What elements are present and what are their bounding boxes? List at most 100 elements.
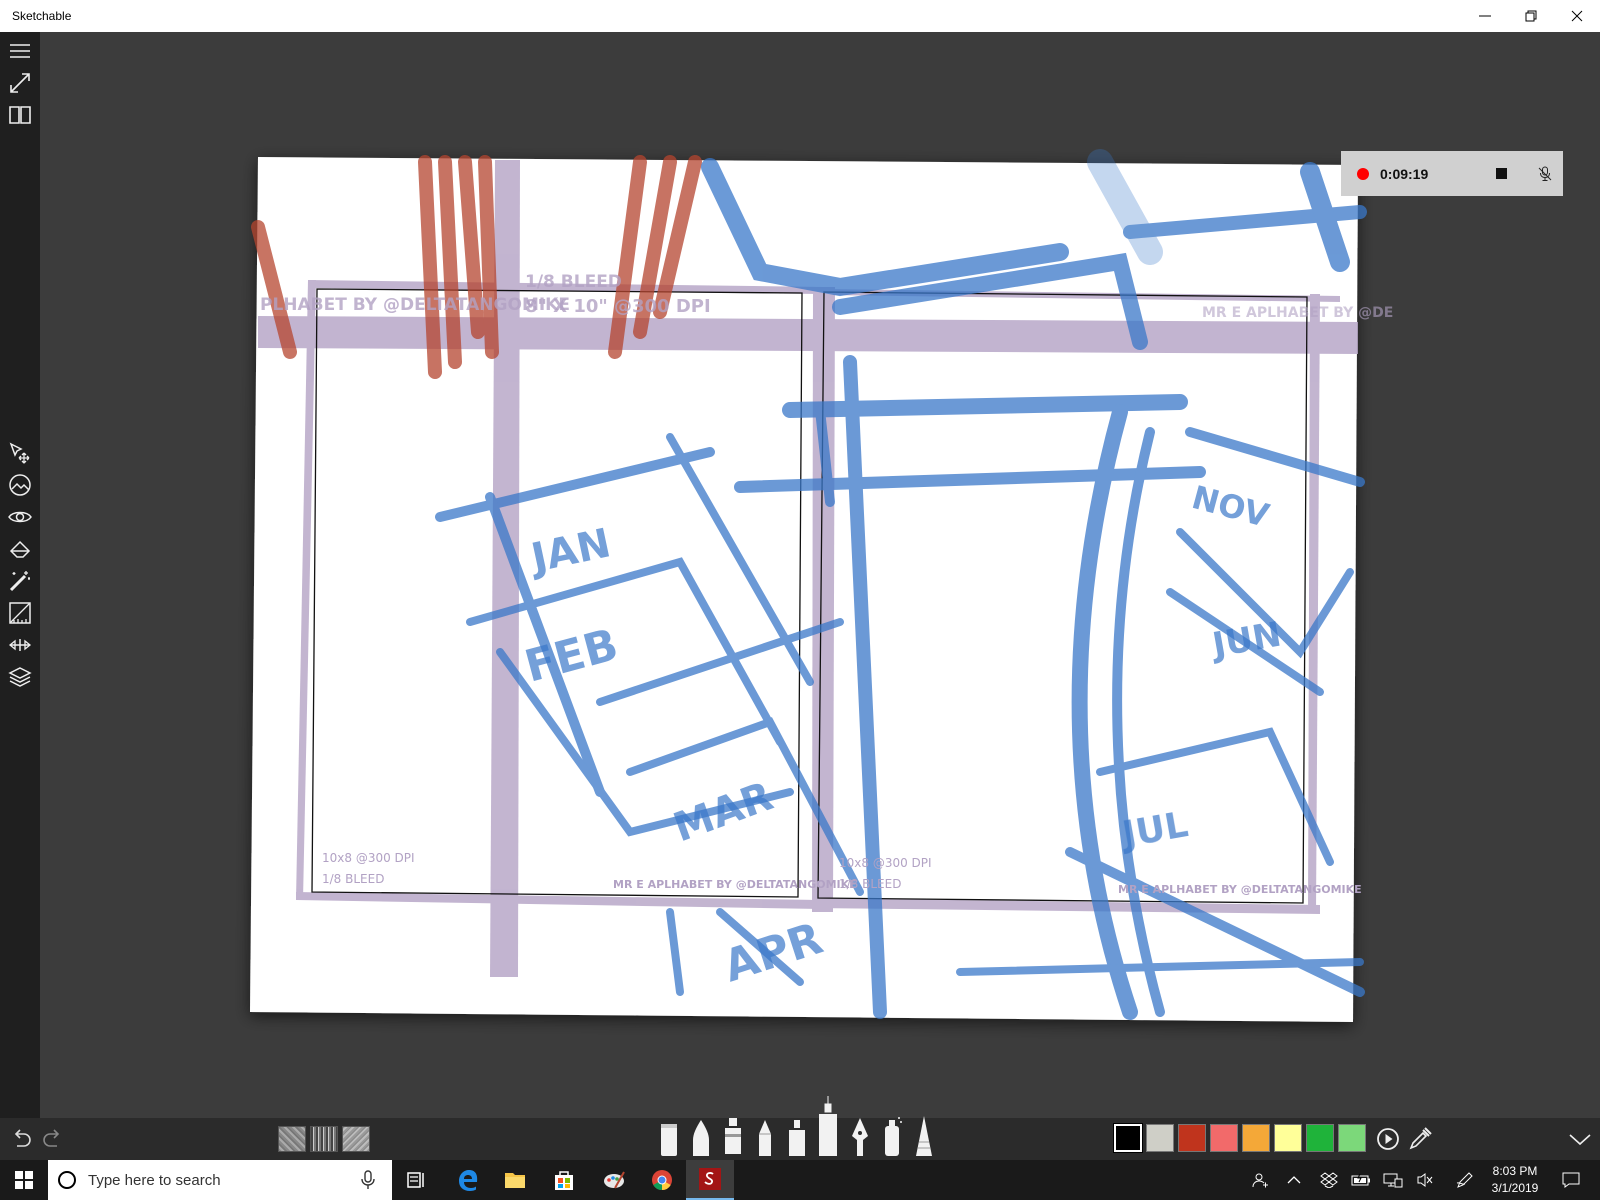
symmetry-icon [8,639,32,651]
visibility-tool[interactable] [4,502,36,532]
top-credit-left: PLHABET BY @DELTATANGOMIKE [260,295,570,315]
airbrush-icon [819,1096,837,1156]
panel-right-credit: MR E APLHABET BY @DELTATANGOMIKE [1118,883,1362,896]
panel-left-credit: MR E APLHABET BY @DELTATANGOMIKE [613,878,857,891]
play-icon [1377,1128,1399,1150]
color-swatch-6[interactable] [1274,1124,1302,1152]
restore-button[interactable] [1508,0,1554,32]
clock-time: 8:03 PM [1492,1164,1538,1178]
redo-icon [43,1129,60,1147]
store-icon [555,1171,573,1190]
color-swatch-5[interactable] [1242,1124,1270,1152]
paint-icon [604,1171,625,1189]
ruler-icon [9,602,31,624]
search-input[interactable] [88,1171,356,1189]
windows-icon [15,1171,33,1189]
brush-crayon[interactable] [911,1116,937,1156]
people-icon [1252,1173,1268,1188]
taskbar-search[interactable] [48,1160,392,1200]
tray-volume[interactable] [1414,1160,1436,1200]
collapse-toolbar-button[interactable] [1566,1122,1594,1156]
stop-recording-button[interactable] [1496,168,1507,179]
chevron-down-icon [1569,1134,1591,1146]
restore-icon [1525,10,1537,22]
tray-dropbox[interactable] [1318,1160,1340,1200]
brush-spray-can[interactable] [879,1114,905,1156]
highlighter-icon [789,1120,805,1156]
taskbar-app-chrome[interactable] [638,1160,686,1200]
tray-network[interactable] [1382,1160,1404,1200]
panel-left-size: 10x8 @300 DPI [322,851,415,865]
battery-icon [1351,1173,1370,1186]
texture-grain[interactable] [342,1126,370,1152]
color-swatch-8[interactable] [1338,1124,1366,1152]
symmetry-tool[interactable] [4,630,36,660]
tray-show-hidden[interactable] [1284,1160,1304,1200]
dropbox-icon [1320,1172,1338,1188]
mic-muted-icon[interactable] [1537,166,1553,182]
color-adjust-tool[interactable] [4,470,36,500]
menu-button[interactable] [4,36,36,66]
journal-button[interactable] [4,100,36,130]
layers-tool[interactable] [4,662,36,692]
start-button[interactable] [0,1160,48,1200]
tray-battery[interactable] [1350,1160,1372,1200]
pen-icon [1456,1172,1473,1188]
fill-icon [9,540,31,558]
minimize-button[interactable] [1462,0,1508,32]
texture-rough[interactable] [278,1126,306,1152]
close-icon [1571,10,1583,22]
tray-pen[interactable] [1454,1160,1476,1200]
action-center-button[interactable] [1556,1160,1586,1200]
taskbar-clock[interactable]: 8:03 PM 3/1/2019 [1480,1163,1550,1199]
color-swatch-1[interactable] [1113,1123,1143,1153]
layers-icon [8,667,32,687]
brush-ink-pen[interactable] [688,1118,714,1156]
brush-marker[interactable] [656,1120,682,1156]
notification-icon [1562,1172,1580,1188]
app-title: Sketchable [12,9,72,23]
brush-paint-tube[interactable] [720,1116,746,1156]
bottom-toolbar [0,1096,1600,1160]
cortana-icon [58,1171,76,1189]
color-swatch-3[interactable] [1178,1124,1206,1152]
brush-pencil[interactable] [752,1118,778,1156]
file-explorer-icon [505,1173,525,1188]
color-swatch-7[interactable] [1306,1124,1334,1152]
edge-icon [459,1170,478,1191]
undo-button[interactable] [8,1122,36,1156]
tray-people[interactable] [1248,1160,1272,1200]
fullscreen-icon [10,73,30,93]
texture-noise[interactable] [310,1126,338,1152]
crayon-icon [916,1116,932,1156]
playback-button[interactable] [1374,1122,1402,1156]
top-credit-right: MR E APLHABET BY @DE [1202,305,1393,321]
fill-tool[interactable] [4,534,36,564]
fullscreen-button[interactable] [4,68,36,98]
clock-date: 3/1/2019 [1491,1181,1539,1195]
select-move-tool[interactable] [4,438,36,468]
color-swatch-4[interactable] [1210,1124,1238,1152]
magic-wand-tool[interactable] [4,566,36,596]
panel-right-bleed: 1/8 BLEED [839,877,901,891]
close-button[interactable] [1554,0,1600,32]
color-swatch-2[interactable] [1146,1124,1174,1152]
brush-fountain-pen[interactable] [847,1116,873,1156]
taskbar-app-sketchable[interactable] [686,1160,734,1200]
microphone-icon[interactable] [356,1168,380,1192]
brush-airbrush[interactable] [815,1096,841,1156]
brush-highlighter[interactable] [784,1118,810,1156]
sketchable-icon [699,1168,721,1190]
windows-taskbar: 8:03 PM 3/1/2019 [0,1160,1600,1200]
ruler-tool[interactable] [4,598,36,628]
top-dims-text: 8" X 10" @300 DPI [525,296,711,317]
task-view-button[interactable] [392,1160,440,1200]
chrome-icon [652,1170,672,1191]
pencil-icon [759,1120,771,1156]
redo-button[interactable] [38,1122,66,1156]
taskbar-app-paint[interactable] [590,1160,638,1200]
eyedropper-button[interactable] [1406,1122,1434,1156]
taskbar-app-edge[interactable] [444,1160,492,1200]
taskbar-app-file-explorer[interactable] [491,1160,539,1200]
taskbar-app-store[interactable] [540,1160,588,1200]
